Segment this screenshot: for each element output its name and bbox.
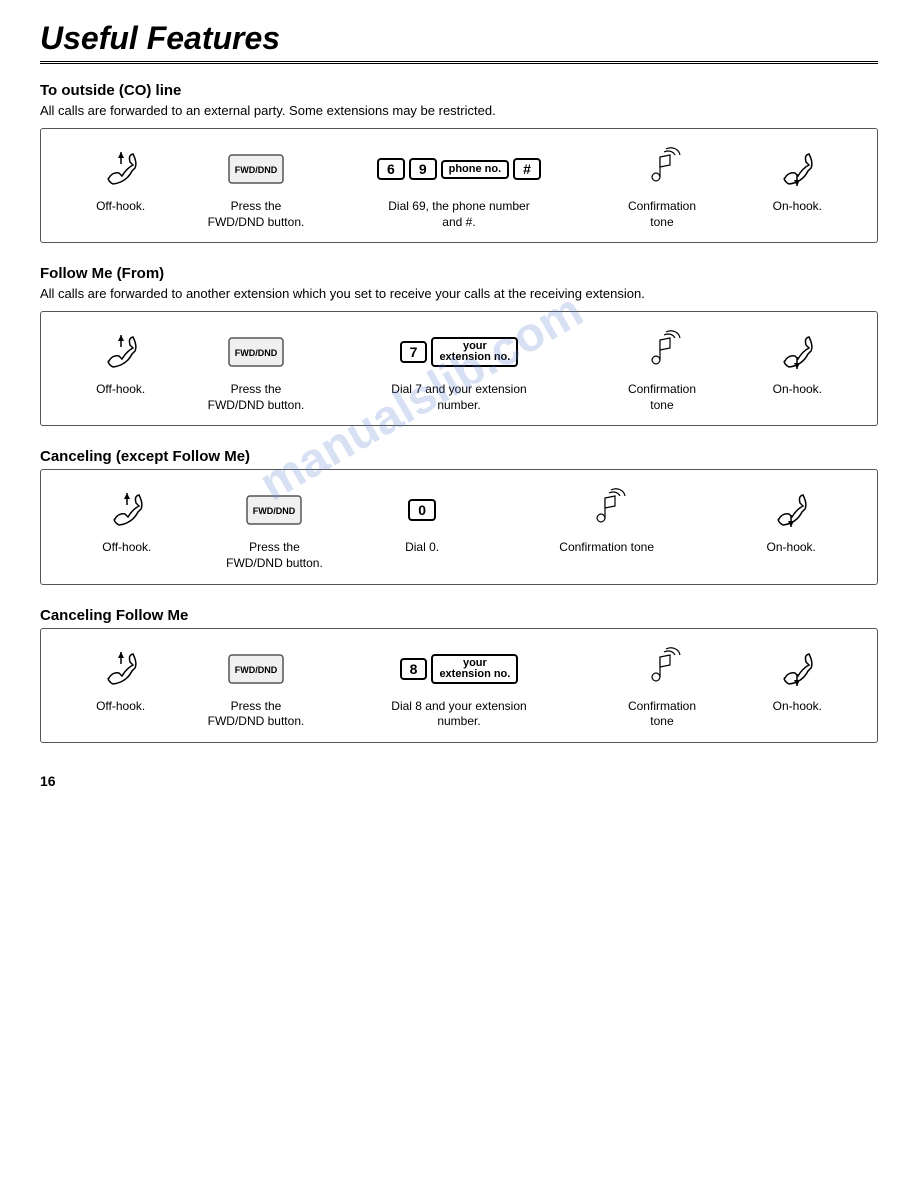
section-canceling-follow-me-title: Canceling Follow Me — [40, 607, 878, 624]
steps-row-co-line: Off-hook. FWD/DND Press theFWD/DND butto… — [53, 145, 865, 230]
step-confirm-4: Confirmationtone — [594, 645, 729, 730]
fwddnd-icon-1: FWD/DND — [228, 145, 284, 193]
svg-text:FWD/DND: FWD/DND — [253, 506, 296, 516]
section-canceling-except-title: Canceling (except Follow Me) — [40, 448, 878, 465]
key-9: 9 — [409, 158, 437, 180]
step-onhook-label-2: On-hook. — [773, 382, 822, 398]
key-8: 8 — [400, 658, 428, 680]
step-confirm-label-1: Confirmationtone — [628, 199, 696, 230]
offhook-icon-1 — [101, 145, 141, 193]
step-offhook-2: Off-hook. — [53, 328, 188, 398]
offhook-icon-3 — [107, 486, 147, 534]
step-dial0: 0 Dial 0. — [348, 486, 496, 556]
step-dial0-label: Dial 0. — [405, 540, 439, 556]
dial8ext-icon: 8 yourextension no. — [399, 645, 520, 693]
diagram-follow-me: Off-hook. FWD/DND Press theFWD/DND butto… — [40, 311, 878, 426]
step-fwddnd-3: FWD/DND Press theFWD/DND button. — [201, 486, 349, 571]
step-offhook-1: Off-hook. — [53, 145, 188, 215]
dial7ext-icon: 7 yourextension no. — [399, 328, 520, 376]
key-hash: # — [513, 158, 541, 180]
step-onhook-2: On-hook. — [730, 328, 865, 398]
step-fwddnd-label-2: Press theFWD/DND button. — [208, 382, 305, 413]
offhook-icon-4 — [101, 645, 141, 693]
step-offhook-label-3: Off-hook. — [102, 540, 151, 556]
step-offhook-label-4: Off-hook. — [96, 699, 145, 715]
step-offhook-3: Off-hook. — [53, 486, 201, 556]
step-confirm-2: Confirmationtone — [594, 328, 729, 413]
step-offhook-label-2: Off-hook. — [96, 382, 145, 398]
svg-text:FWD/DND: FWD/DND — [235, 165, 278, 175]
step-confirm-label-3: Confirmation tone — [559, 540, 654, 556]
steps-row-canceling-except: Off-hook. FWD/DND Press theFWD/DND butto… — [53, 486, 865, 571]
step-onhook-label-3: On-hook. — [767, 540, 816, 556]
key-0: 0 — [408, 499, 436, 521]
fwddnd-icon-2: FWD/DND — [228, 328, 284, 376]
step-dial69: 6 9 phone no. # Dial 69, the phone numbe… — [324, 145, 595, 230]
dial69-icon: 6 9 phone no. # — [376, 145, 542, 193]
section-follow-me-title: Follow Me (From) — [40, 265, 878, 282]
step-onhook-1: On-hook. — [730, 145, 865, 215]
step-onhook-label-4: On-hook. — [773, 699, 822, 715]
key-7: 7 — [400, 341, 428, 363]
step-fwddnd-2: FWD/DND Press theFWD/DND button. — [188, 328, 323, 413]
svg-text:FWD/DND: FWD/DND — [235, 348, 278, 358]
step-fwddnd-1: FWD/DND Press theFWD/DND button. — [188, 145, 323, 230]
step-confirm-label-2: Confirmationtone — [628, 382, 696, 413]
section-co-line: To outside (CO) line All calls are forwa… — [40, 82, 878, 243]
diagram-canceling-follow-me: Off-hook. FWD/DND Press theFWD/DND butto… — [40, 628, 878, 743]
step-offhook-label-1: Off-hook. — [96, 199, 145, 215]
diagram-canceling-except: Off-hook. FWD/DND Press theFWD/DND butto… — [40, 469, 878, 584]
key-yourext: yourextension no. — [431, 337, 518, 367]
section-co-line-title: To outside (CO) line — [40, 82, 878, 99]
step-fwddnd-label-3: Press theFWD/DND button. — [226, 540, 323, 571]
step-dial7ext-label: Dial 7 and your extension number. — [391, 382, 526, 413]
dial0-icon: 0 — [407, 486, 437, 534]
step-onhook-label-1: On-hook. — [773, 199, 822, 215]
confirm-icon-2 — [642, 328, 682, 376]
step-dial7ext: 7 yourextension no. Dial 7 and your exte… — [324, 328, 595, 413]
step-dial69-label: Dial 69, the phone number and #. — [388, 199, 529, 230]
title-divider — [40, 61, 878, 64]
key-phoneno: phone no. — [441, 160, 510, 179]
step-onhook-3: On-hook. — [717, 486, 865, 556]
onhook-icon-1 — [777, 145, 817, 193]
section-follow-me: Follow Me (From) All calls are forwarded… — [40, 265, 878, 426]
svg-text:FWD/DND: FWD/DND — [235, 665, 278, 675]
fwddnd-icon-4: FWD/DND — [228, 645, 284, 693]
page-number: 16 — [40, 773, 878, 789]
step-confirm-label-4: Confirmationtone — [628, 699, 696, 730]
key-6: 6 — [377, 158, 405, 180]
steps-row-canceling-follow-me: Off-hook. FWD/DND Press theFWD/DND butto… — [53, 645, 865, 730]
step-fwddnd-label-1: Press theFWD/DND button. — [208, 199, 305, 230]
step-dial8ext: 8 yourextension no. Dial 8 and your exte… — [324, 645, 595, 730]
onhook-icon-4 — [777, 645, 817, 693]
steps-row-follow-me: Off-hook. FWD/DND Press theFWD/DND butto… — [53, 328, 865, 413]
onhook-icon-2 — [777, 328, 817, 376]
step-confirm-1: Confirmationtone — [594, 145, 729, 230]
section-follow-me-desc: All calls are forwarded to another exten… — [40, 286, 878, 301]
fwddnd-icon-3: FWD/DND — [246, 486, 302, 534]
key-yourext2: yourextension no. — [431, 654, 518, 684]
step-fwddnd-4: FWD/DND Press theFWD/DND button. — [188, 645, 323, 730]
confirm-icon-1 — [642, 145, 682, 193]
onhook-icon-3 — [771, 486, 811, 534]
confirm-icon-3 — [587, 486, 627, 534]
page-wrapper: manualslib.com Useful Features To outsid… — [40, 20, 878, 789]
step-dial8ext-label: Dial 8 and your extension number. — [391, 699, 526, 730]
diagram-co-line: Off-hook. FWD/DND Press theFWD/DND butto… — [40, 128, 878, 243]
section-co-line-desc: All calls are forwarded to an external p… — [40, 103, 878, 118]
step-onhook-4: On-hook. — [730, 645, 865, 715]
step-offhook-4: Off-hook. — [53, 645, 188, 715]
page-title: Useful Features — [40, 20, 878, 57]
section-canceling-follow-me: Canceling Follow Me Off-hook. — [40, 607, 878, 743]
confirm-icon-4 — [642, 645, 682, 693]
step-fwddnd-label-4: Press theFWD/DND button. — [208, 699, 305, 730]
section-canceling-except: Canceling (except Follow Me) Off-hook. — [40, 448, 878, 584]
step-confirm-3: Confirmation tone — [496, 486, 717, 556]
offhook-icon-2 — [101, 328, 141, 376]
